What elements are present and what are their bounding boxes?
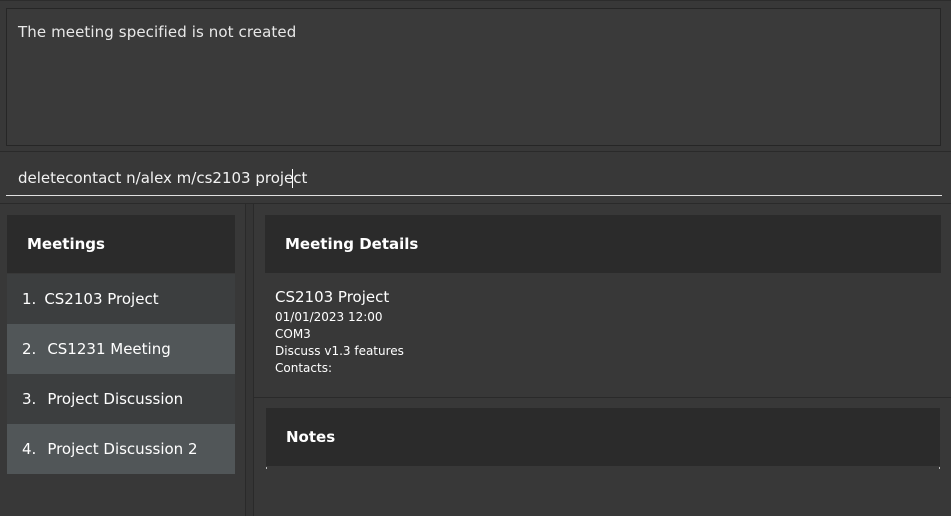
notes-area[interactable] xyxy=(266,467,940,469)
meetings-header: Meetings xyxy=(7,215,235,273)
meeting-list[interactable]: 1. CS2103 Project 2. CS1231 Meeting 3. P… xyxy=(7,274,235,474)
meeting-location: COM3 xyxy=(275,327,311,341)
meeting-name: Project Discussion 2 xyxy=(47,440,198,458)
notes-header: Notes xyxy=(266,408,940,466)
divider xyxy=(254,397,951,398)
split-pane-divider[interactable] xyxy=(245,204,254,516)
meeting-datetime: 01/01/2023 12:00 xyxy=(275,310,383,324)
meeting-name: CS2103 Project xyxy=(44,290,159,308)
meeting-details-header: Meeting Details xyxy=(265,215,941,273)
command-box-pane xyxy=(0,152,951,202)
meeting-list-item[interactable]: 1. CS2103 Project xyxy=(7,274,235,324)
text-caret xyxy=(292,169,293,188)
meeting-list-item[interactable]: 4. Project Discussion 2 xyxy=(7,424,235,474)
result-display-pane: The meeting specified is not created xyxy=(0,0,951,151)
meeting-details-body: CS2103 Project 01/01/2023 12:00 COM3 Dis… xyxy=(275,288,404,377)
meeting-name: Project Discussion xyxy=(47,390,184,408)
meeting-list-panel: Meetings 1. CS2103 Project 2. CS1231 Mee… xyxy=(0,204,245,516)
command-input[interactable] xyxy=(6,160,942,196)
meeting-index: 4. xyxy=(22,440,37,458)
meeting-index: 2. xyxy=(22,340,37,358)
meeting-list-item[interactable]: 2. CS1231 Meeting xyxy=(7,324,235,374)
result-message: The meeting specified is not created xyxy=(18,23,297,41)
meeting-description: Discuss v1.3 features xyxy=(275,344,404,358)
meeting-title: CS2103 Project xyxy=(275,288,390,306)
meeting-details-panel: Meeting Details CS2103 Project 01/01/202… xyxy=(254,204,951,516)
meeting-contacts: Contacts: xyxy=(275,361,332,375)
result-display: The meeting specified is not created xyxy=(6,8,941,146)
meeting-index: 1. xyxy=(22,290,37,308)
meeting-list-item[interactable]: 3. Project Discussion xyxy=(7,374,235,424)
app-window: The meeting specified is not created Mee… xyxy=(0,0,951,516)
meeting-name: CS1231 Meeting xyxy=(47,340,171,358)
meeting-index: 3. xyxy=(22,390,37,408)
